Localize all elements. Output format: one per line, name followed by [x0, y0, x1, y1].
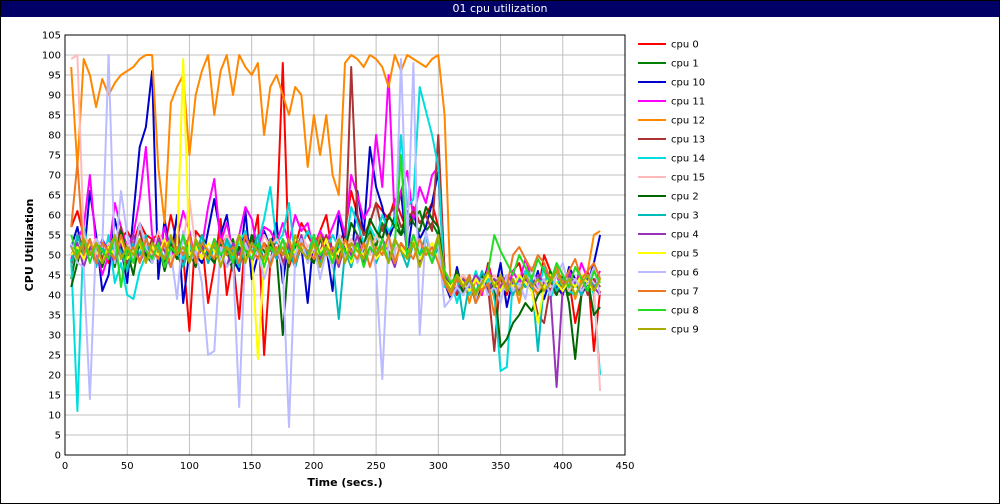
x-tick-label: 50 — [121, 461, 134, 472]
y-tick-label: 55 — [48, 231, 61, 242]
legend-item: cpu 14 — [638, 154, 705, 165]
legend-label: cpu 10 — [671, 78, 705, 89]
legend-item: cpu 12 — [638, 116, 705, 127]
legend-label: cpu 0 — [671, 40, 699, 51]
y-tick-label: 85 — [48, 111, 61, 122]
y-tick-label: 100 — [42, 51, 61, 62]
y-tick-label: 90 — [48, 91, 61, 102]
legend-label: cpu 15 — [671, 173, 705, 184]
legend-item: cpu 15 — [638, 173, 705, 184]
legend-item: cpu 10 — [638, 78, 705, 89]
legend-item: cpu 7 — [638, 287, 699, 298]
cpu-utilization-chart: 0 5 10 15 20 25 30 35 40 45 50 55 60 65 70 75 80 85 90 95 10… — [23, 31, 705, 490]
y-tick-label: 45 — [48, 271, 61, 282]
legend-label: cpu 3 — [671, 211, 699, 222]
x-tick-label: 150 — [242, 461, 261, 472]
legend-label: cpu 8 — [671, 306, 699, 317]
y-tick-label: 65 — [48, 191, 61, 202]
y-tick-label: 105 — [42, 31, 61, 42]
y-tick-label: 70 — [48, 171, 61, 182]
legend-item: cpu 5 — [638, 249, 699, 260]
legend-label: cpu 9 — [671, 325, 699, 336]
x-tick-label: 450 — [615, 461, 634, 472]
legend-item: cpu 13 — [638, 135, 705, 146]
y-tick-label: 95 — [48, 71, 61, 82]
y-tick-label: 15 — [48, 391, 61, 402]
x-tick-label: 100 — [180, 461, 199, 472]
y-tick-label: 75 — [48, 151, 61, 162]
legend-item: cpu 8 — [638, 306, 699, 317]
legend-label: cpu 12 — [671, 116, 705, 127]
legend-item: cpu 2 — [638, 192, 699, 203]
y-tick-label: 35 — [48, 311, 61, 322]
y-tick-label: 10 — [48, 411, 61, 422]
legend-label: cpu 5 — [671, 249, 699, 260]
x-tick-label: 350 — [491, 461, 510, 472]
y-tick-label: 0 — [55, 451, 61, 462]
y-tick-label: 80 — [48, 131, 61, 142]
legend-label: cpu 1 — [671, 59, 699, 70]
legend-label: cpu 14 — [671, 154, 705, 165]
y-tick-label: 25 — [48, 351, 61, 362]
x-tick-label: 300 — [429, 461, 448, 472]
y-tick-label: 40 — [48, 291, 61, 302]
legend-label: cpu 4 — [671, 230, 699, 241]
y-tick-label: 50 — [48, 251, 61, 262]
legend-label: cpu 2 — [671, 192, 699, 203]
legend-label: cpu 6 — [671, 268, 699, 279]
x-axis-label: Time (secs.) — [307, 476, 382, 489]
legend-label: cpu 13 — [671, 135, 705, 146]
legend: cpu 0 cpu 1 cpu 10 cpu 11 cpu 12 cpu 13 cpu 14… — [638, 40, 705, 336]
x-tick-label: 200 — [304, 461, 323, 472]
legend-item: cpu 4 — [638, 230, 699, 241]
legend-label: cpu 11 — [671, 97, 705, 108]
legend-item: cpu 1 — [638, 59, 699, 70]
x-tick-label: 0 — [62, 461, 68, 472]
x-tick-label: 250 — [367, 461, 386, 472]
y-axis-label: CPU Utilization — [23, 199, 36, 292]
legend-item: cpu 11 — [638, 97, 705, 108]
legend-item: cpu 6 — [638, 268, 699, 279]
legend-item: cpu 9 — [638, 325, 699, 336]
y-tick-label: 20 — [48, 371, 61, 382]
x-tick-label: 400 — [553, 461, 572, 472]
y-tick-label: 30 — [48, 331, 61, 342]
y-tick-label: 60 — [48, 211, 61, 222]
legend-label: cpu 7 — [671, 287, 699, 298]
y-tick-label: 5 — [55, 431, 61, 442]
legend-item: cpu 3 — [638, 211, 699, 222]
legend-item: cpu 0 — [638, 40, 699, 51]
